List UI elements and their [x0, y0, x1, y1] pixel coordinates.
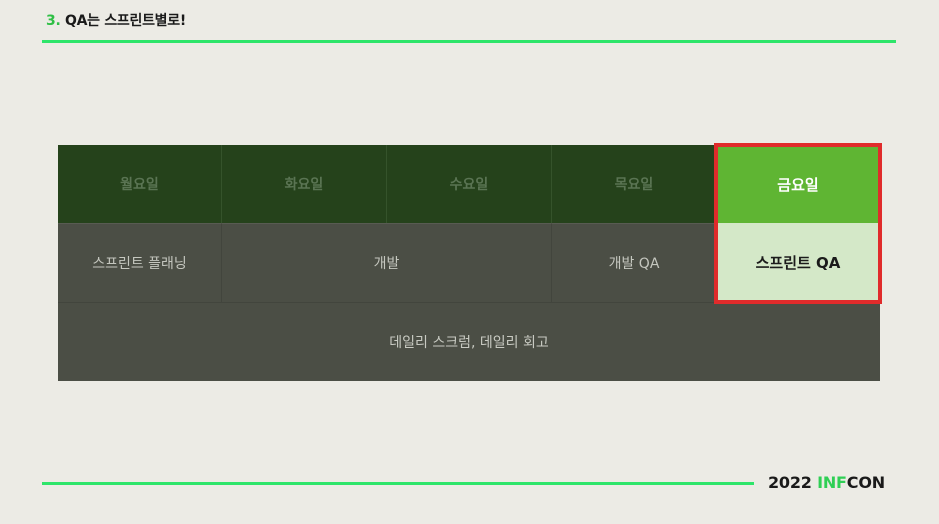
day-header-thursday: 목요일 — [552, 145, 716, 223]
day-header-monday: 월요일 — [58, 145, 222, 223]
slide-title-number: 3. — [46, 13, 61, 29]
bottom-divider — [42, 482, 754, 485]
infcon-logo: 2022 INFCON — [768, 473, 885, 492]
logo-inf: INF — [817, 473, 847, 492]
slide-title: 3. QA는 스프린트별로! — [46, 10, 186, 30]
sprint-qa-cell: 스프린트 QA — [716, 223, 880, 302]
day-header-friday: 금요일 — [716, 145, 880, 223]
dev-qa-cell: 개발 QA — [552, 223, 716, 302]
logo-con: CON — [846, 473, 885, 492]
day-header-tuesday: 화요일 — [222, 145, 387, 223]
sprint-planning-cell: 스프린트 플래닝 — [58, 223, 222, 302]
top-divider — [42, 40, 896, 43]
slide-title-text: QA는 스프린트별로! — [65, 13, 186, 29]
development-cell: 개발 — [222, 223, 552, 302]
logo-year: 2022 — [768, 473, 812, 492]
sprint-schedule-table: 월요일 화요일 수요일 목요일 금요일 스프린트 플래닝 개발 개발 QA 스프… — [58, 143, 882, 381]
day-header-wednesday: 수요일 — [387, 145, 552, 223]
daily-scrum-retro-cell: 데일리 스크럼, 데일리 회고 — [58, 302, 880, 381]
